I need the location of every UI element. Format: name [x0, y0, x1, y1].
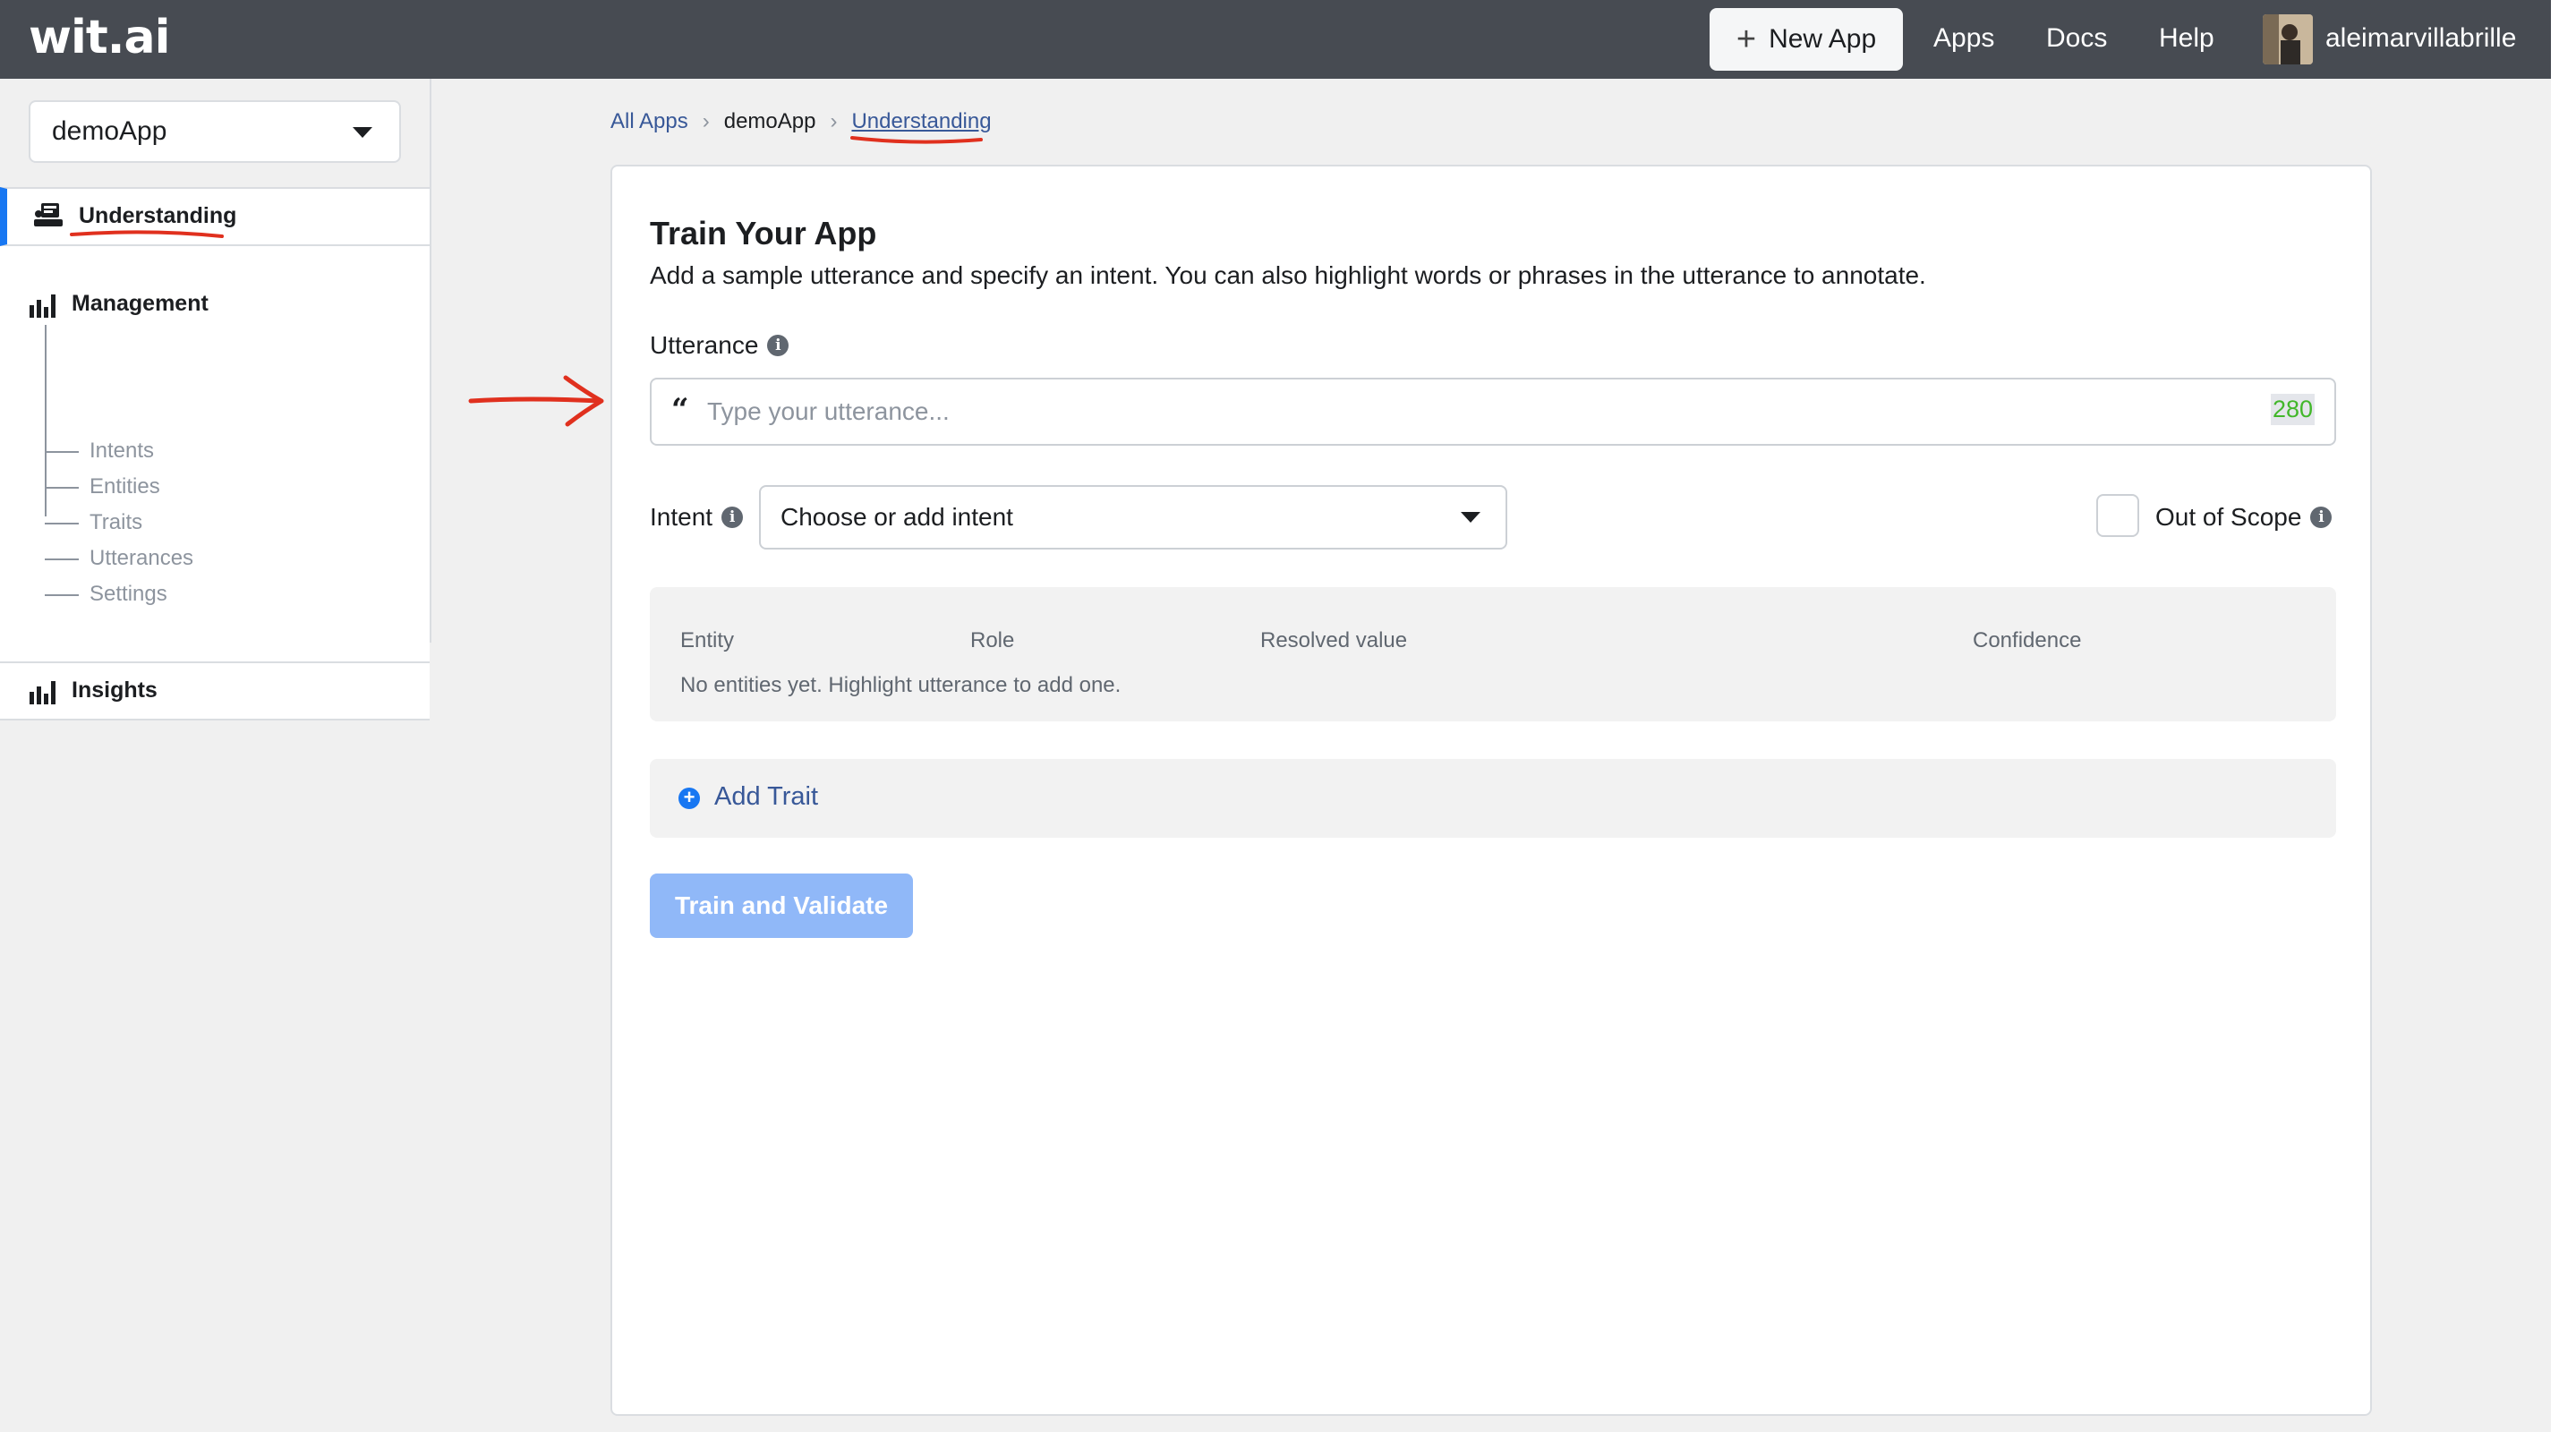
username-label[interactable]: aleimarvillabrille	[2325, 23, 2516, 54]
new-app-button[interactable]: + New App	[1710, 8, 1903, 71]
intent-dropdown-value: Choose or add intent	[780, 503, 1013, 531]
avatar[interactable]	[2263, 14, 2313, 64]
sidebar-item-label: Utterances	[90, 546, 194, 570]
sidebar-divider	[430, 79, 431, 643]
right-gutter	[2551, 0, 2576, 1432]
chevron-down-icon	[353, 127, 372, 138]
chevron-right-icon: ›	[702, 109, 710, 133]
out-of-scope-checkbox[interactable]	[2096, 494, 2139, 537]
page-title: Train Your App	[650, 215, 877, 251]
utterance-label-text: Utterance	[650, 331, 759, 359]
utterance-field[interactable]: “ 280	[650, 378, 2336, 446]
sidebar-section-management: Management Intents Entities Traits Utter…	[0, 246, 430, 663]
out-of-scope-label: Out of Scope i	[2155, 503, 2333, 532]
breadcrumb: All Apps › demoApp › Understanding	[610, 109, 992, 134]
sidebar-item-label: Traits	[90, 510, 143, 534]
sidebar-item-label: Entities	[90, 474, 160, 499]
info-icon[interactable]: i	[767, 335, 789, 356]
bar-chart-icon	[30, 681, 55, 704]
breadcrumb-understanding[interactable]: Understanding	[851, 109, 991, 134]
info-icon[interactable]: i	[721, 507, 744, 528]
column-header-entity: Entity	[680, 628, 735, 652]
train-app-card: Train Your App Add a sample utterance an…	[610, 165, 2372, 1416]
chevron-right-icon: ›	[830, 109, 838, 133]
entity-table: Entity Role Resolved value Confidence No…	[650, 587, 2336, 721]
nav-docs-link[interactable]: Docs	[2046, 23, 2107, 54]
sidebar-item-understanding[interactable]: Understanding	[0, 187, 430, 246]
plus-icon: +	[1736, 21, 1757, 58]
nav-apps-link[interactable]: Apps	[1933, 23, 1994, 54]
app-selector-value: demoApp	[52, 116, 167, 146]
intent-label: Intent i	[650, 503, 744, 532]
nav-help-link[interactable]: Help	[2159, 23, 2214, 54]
management-title: Management	[72, 291, 209, 316]
quote-icon: “	[671, 392, 689, 428]
intent-label-text: Intent	[650, 503, 713, 531]
understanding-icon	[34, 203, 63, 226]
character-count: 280	[2270, 394, 2315, 425]
top-navbar: wit.ai + New App Apps Docs Help aleimarv…	[0, 0, 2551, 79]
wit-ai-logo[interactable]: wit.ai	[29, 11, 170, 64]
page-subtitle: Add a sample utterance and specify an in…	[650, 261, 1926, 289]
breadcrumb-all-apps[interactable]: All Apps	[610, 109, 688, 134]
sidebar-item-label: Intents	[90, 439, 155, 463]
intent-dropdown[interactable]: Choose or add intent	[759, 485, 1507, 550]
utterance-input[interactable]	[707, 388, 2229, 435]
entity-empty-message: No entities yet. Highlight utterance to …	[680, 673, 1122, 697]
utterance-label: Utterance i	[650, 331, 789, 360]
column-header-confidence: Confidence	[1973, 628, 2082, 652]
sidebar-item-insights-label: Insights	[72, 678, 158, 703]
sidebar-item-understanding-label: Understanding	[79, 203, 237, 228]
out-of-scope-label-text: Out of Scope	[2155, 503, 2302, 531]
bar-chart-icon	[30, 294, 55, 318]
add-trait-label: Add Trait	[714, 782, 819, 811]
sidebar: demoApp Understanding Management Intents…	[0, 79, 430, 1432]
info-icon[interactable]: i	[2310, 507, 2333, 528]
user-photo-icon	[2263, 14, 2313, 64]
new-app-label: New App	[1769, 24, 1877, 54]
chevron-down-icon	[1461, 512, 1480, 523]
train-and-validate-button[interactable]: Train and Validate	[650, 874, 913, 938]
sidebar-item-insights[interactable]: Insights	[0, 663, 430, 720]
add-circle-icon: +	[678, 788, 700, 809]
sidebar-item-label: Settings	[90, 582, 167, 606]
breadcrumb-app[interactable]: demoApp	[724, 109, 816, 134]
app-selector-dropdown[interactable]: demoApp	[29, 100, 401, 163]
annotation-arrow-icon	[468, 375, 604, 427]
column-header-role: Role	[970, 628, 1015, 652]
add-trait-button[interactable]: + Add Trait	[650, 759, 2336, 838]
column-header-resolved-value: Resolved value	[1260, 628, 1408, 652]
